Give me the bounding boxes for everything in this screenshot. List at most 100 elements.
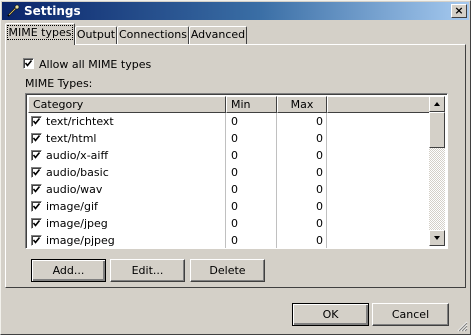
cell-min: 0 bbox=[231, 149, 238, 162]
column-header-min[interactable]: Min bbox=[226, 96, 277, 113]
delete-button[interactable]: Delete bbox=[190, 259, 265, 282]
checkmark-icon bbox=[24, 60, 33, 67]
table-row[interactable]: audio/x-aiff 0 0 bbox=[28, 147, 432, 164]
tab-label: Advanced bbox=[190, 28, 246, 41]
checkmark-icon bbox=[32, 186, 41, 193]
checkmark-icon bbox=[32, 203, 41, 210]
cell-max: 0 bbox=[316, 166, 323, 179]
row-checkbox[interactable] bbox=[31, 184, 42, 195]
column-divider bbox=[326, 198, 327, 215]
column-divider bbox=[276, 232, 277, 248]
cell-min: 0 bbox=[231, 166, 238, 179]
row-checkbox[interactable] bbox=[31, 235, 42, 246]
cell-max: 0 bbox=[316, 200, 323, 213]
checkmark-icon bbox=[32, 135, 41, 142]
column-divider bbox=[276, 198, 277, 215]
column-divider bbox=[225, 232, 226, 248]
add-button[interactable]: Add... bbox=[31, 259, 106, 282]
table-row[interactable]: image/jpeg 0 0 bbox=[28, 215, 432, 232]
cell-category: audio/wav bbox=[46, 183, 103, 196]
cell-category: image/jpeg bbox=[46, 217, 108, 230]
column-divider bbox=[225, 113, 226, 130]
cell-category: audio/basic bbox=[46, 166, 109, 179]
tab-advanced[interactable]: Advanced bbox=[189, 26, 247, 44]
row-checkbox[interactable] bbox=[31, 116, 42, 127]
column-divider bbox=[276, 164, 277, 181]
column-divider bbox=[276, 147, 277, 164]
column-divider bbox=[326, 113, 327, 130]
close-button[interactable]: × bbox=[451, 4, 467, 18]
cell-max: 0 bbox=[316, 183, 323, 196]
vertical-scrollbar[interactable] bbox=[429, 96, 445, 246]
row-checkbox[interactable] bbox=[31, 167, 42, 178]
column-divider bbox=[225, 181, 226, 198]
title-bar[interactable]: Settings × bbox=[2, 2, 469, 20]
column-divider bbox=[326, 164, 327, 181]
cell-min: 0 bbox=[231, 183, 238, 196]
cell-min: 0 bbox=[231, 234, 238, 247]
close-icon: × bbox=[454, 4, 464, 17]
column-divider bbox=[276, 215, 277, 232]
edit-button[interactable]: Edit... bbox=[110, 259, 185, 282]
cell-max: 0 bbox=[316, 234, 323, 247]
column-label: Min bbox=[231, 98, 251, 111]
ok-button[interactable]: OK bbox=[292, 303, 369, 326]
column-label: Max bbox=[290, 98, 314, 111]
table-row[interactable]: image/gif 0 0 bbox=[28, 198, 432, 215]
cell-category: text/html bbox=[46, 132, 97, 145]
cell-min: 0 bbox=[231, 200, 238, 213]
column-header-filler bbox=[327, 96, 432, 113]
tab-output[interactable]: Output bbox=[75, 26, 117, 44]
cell-min: 0 bbox=[231, 217, 238, 230]
cell-max: 0 bbox=[316, 132, 323, 145]
tab-label: MIME types bbox=[6, 25, 74, 40]
table-row[interactable]: image/pjpeg 0 0 bbox=[28, 232, 432, 248]
scroll-down-button[interactable] bbox=[429, 230, 445, 246]
cell-category: audio/x-aiff bbox=[46, 149, 109, 162]
table-row[interactable]: text/richtext 0 0 bbox=[28, 113, 432, 130]
table-row[interactable]: audio/basic 0 0 bbox=[28, 164, 432, 181]
table-row[interactable]: audio/wav 0 0 bbox=[28, 181, 432, 198]
row-checkbox[interactable] bbox=[31, 133, 42, 144]
checkmark-icon bbox=[32, 118, 41, 125]
table-row[interactable]: text/html 0 0 bbox=[28, 130, 432, 147]
tab-label: Connections bbox=[119, 28, 187, 41]
tab-mime-types[interactable]: MIME types bbox=[5, 23, 75, 45]
row-checkbox[interactable] bbox=[31, 218, 42, 229]
cancel-button[interactable]: Cancel bbox=[372, 303, 449, 326]
cell-category: image/gif bbox=[46, 200, 98, 213]
cell-max: 0 bbox=[316, 217, 323, 230]
column-divider bbox=[225, 198, 226, 215]
column-divider bbox=[326, 147, 327, 164]
column-divider bbox=[225, 164, 226, 181]
list-header: Category Min Max bbox=[28, 96, 432, 113]
column-divider bbox=[225, 147, 226, 164]
allow-all-checkbox[interactable] bbox=[23, 58, 34, 69]
tab-label: Output bbox=[76, 28, 116, 41]
column-divider bbox=[225, 215, 226, 232]
column-divider bbox=[326, 215, 327, 232]
row-checkbox[interactable] bbox=[31, 201, 42, 212]
cell-category: text/richtext bbox=[46, 115, 114, 128]
column-label: Category bbox=[33, 98, 84, 111]
scroll-up-button[interactable] bbox=[429, 96, 445, 112]
mime-types-list[interactable]: Category Min Max text/richtext 0 0 text/htm… bbox=[25, 93, 448, 249]
arrow-down-icon bbox=[434, 236, 440, 240]
column-divider bbox=[276, 181, 277, 198]
scroll-thumb[interactable] bbox=[429, 112, 445, 148]
tab-connections[interactable]: Connections bbox=[117, 26, 189, 44]
allow-all-label: Allow all MIME types bbox=[39, 58, 152, 71]
row-checkbox[interactable] bbox=[31, 150, 42, 161]
column-header-category[interactable]: Category bbox=[28, 96, 226, 113]
resize-grip-icon[interactable] bbox=[456, 320, 468, 332]
arrow-up-icon bbox=[434, 102, 440, 106]
column-divider bbox=[276, 113, 277, 130]
checkmark-icon bbox=[32, 220, 41, 227]
checkmark-icon bbox=[32, 152, 41, 159]
column-header-max[interactable]: Max bbox=[277, 96, 327, 113]
cell-min: 0 bbox=[231, 115, 238, 128]
column-divider bbox=[326, 232, 327, 248]
cell-category: image/pjpeg bbox=[46, 234, 115, 247]
column-divider bbox=[326, 181, 327, 198]
column-divider bbox=[276, 130, 277, 147]
